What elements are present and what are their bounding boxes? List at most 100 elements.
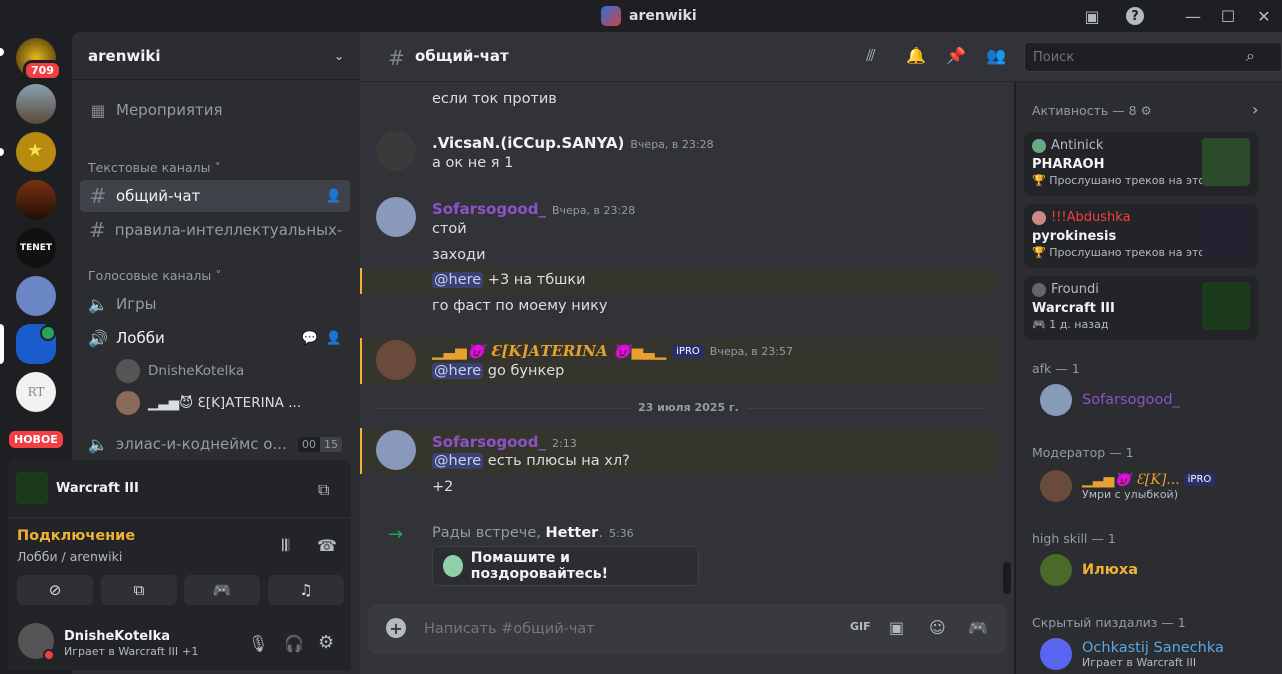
activity-row[interactable]: Warcraft III bbox=[16, 472, 139, 504]
voice-panel: Warcraft III ⧉ Подключение Лобби / arenw… bbox=[8, 460, 351, 670]
channel-general[interactable]: # общий-чат 👤 bbox=[80, 180, 350, 212]
voice-channels-category[interactable]: Голосовые каналы ˅ bbox=[88, 268, 221, 283]
wave-sticker-icon bbox=[443, 555, 463, 577]
search-input[interactable] bbox=[1024, 42, 1282, 72]
settings-gear-icon[interactable]: ⚙ bbox=[318, 632, 334, 653]
role-header: Скрытый пиздализ — 1 bbox=[1032, 615, 1186, 630]
member-row[interactable]: Илюха bbox=[1040, 554, 1138, 586]
channel-rules[interactable]: # правила-интеллектуальных-... bbox=[80, 214, 350, 246]
add-member-icon[interactable]: 👤 bbox=[326, 189, 342, 204]
activity-card[interactable]: Froundi Warcraft III 🎮 1 д. назад bbox=[1024, 276, 1258, 340]
screen-share-button[interactable]: ⧉ bbox=[101, 575, 177, 605]
server-icon[interactable]: TENET bbox=[16, 228, 56, 268]
server-icon[interactable]: RT bbox=[16, 372, 56, 412]
minimize-icon[interactable]: — bbox=[1183, 6, 1203, 26]
avatar[interactable] bbox=[376, 340, 416, 380]
system-message: Рады встрече, Hetter. 5:36 bbox=[432, 525, 634, 541]
connection-location[interactable]: Лобби / arenwiki bbox=[17, 549, 122, 564]
member-row[interactable]: Sofarsogood_ bbox=[1040, 384, 1180, 416]
noise-suppression-icon[interactable]: 𝄃𝄃 bbox=[282, 536, 289, 556]
soundboard-icon: ♫ bbox=[299, 581, 313, 599]
activity-card[interactable]: !!!Abdushka pyrokinesis 🏆 Прослушано тре… bbox=[1024, 204, 1258, 268]
help-icon[interactable]: ? bbox=[1125, 6, 1145, 26]
user-limit-badge: 00 15 bbox=[298, 436, 342, 452]
gamepad-icon[interactable]: 🎮 bbox=[968, 618, 988, 637]
server-icon[interactable] bbox=[16, 276, 56, 316]
voice-channel-games[interactable]: 🔈 Игры bbox=[80, 288, 350, 320]
unread-pill bbox=[0, 148, 4, 156]
connection-status: Подключение bbox=[17, 528, 136, 544]
chat-area: # общий-чат ⫻ 🔔 📌 👥 ⌕ если ток против .V… bbox=[360, 32, 1282, 674]
members-icon[interactable]: 👥 bbox=[986, 46, 1006, 65]
inbox-icon[interactable]: ▣ bbox=[1082, 6, 1102, 26]
microphone-icon[interactable]: 🎙 bbox=[248, 634, 268, 653]
member-row[interactable]: ▁▃▅😈 Ɛ[K]... iPRO Умри с улыбкой) bbox=[1040, 470, 1216, 502]
wave-button[interactable]: Помашите и поздоровайтесь! bbox=[432, 546, 699, 586]
user-status: Играет в Warcraft III +1 bbox=[64, 645, 199, 658]
join-arrow-icon: → bbox=[388, 524, 404, 545]
voice-active-icon bbox=[40, 325, 56, 341]
camera-button[interactable]: ⊘ bbox=[17, 575, 93, 605]
dnd-status-icon bbox=[43, 649, 55, 661]
message-text: @here go бункер bbox=[432, 363, 565, 379]
activities-button[interactable]: 🎮 bbox=[184, 575, 260, 605]
bell-icon[interactable]: 🔔 bbox=[906, 46, 926, 65]
avatar bbox=[116, 391, 140, 415]
message-text: @here +3 на тбшки bbox=[432, 272, 586, 288]
activity-card[interactable]: Antinick PHARAOH 🏆 Прослушано треков на … bbox=[1024, 132, 1258, 196]
server-icon[interactable]: ★ bbox=[16, 132, 56, 172]
emoji-icon[interactable]: ☺ bbox=[929, 618, 946, 637]
avatar[interactable] bbox=[376, 197, 416, 237]
search-icon: ⌕ bbox=[1246, 46, 1255, 65]
scrollbar-thumb[interactable] bbox=[1003, 562, 1011, 594]
guild-tag: iPRO bbox=[1183, 473, 1216, 486]
chevron-down-icon: ˅ bbox=[214, 160, 221, 175]
maximize-icon[interactable]: ☐ bbox=[1218, 6, 1238, 26]
sticker-icon[interactable]: ▣ bbox=[889, 618, 904, 637]
guild-tag: iPRO bbox=[672, 344, 704, 358]
avatar bbox=[1032, 282, 1046, 297]
trophy-icon: 🏆 bbox=[1032, 174, 1046, 187]
voice-channel-lobby[interactable]: 🔊 Лобби 💬 👤 bbox=[80, 322, 350, 354]
add-member-icon[interactable]: 👤 bbox=[326, 331, 342, 346]
chat-icon[interactable]: 💬 bbox=[302, 331, 318, 346]
message-header: .VicsaN.(iCCup.SANYA) Вчера, в 23:28 bbox=[432, 134, 714, 152]
headphones-icon[interactable]: 🎧 bbox=[284, 634, 304, 653]
threads-icon[interactable]: ⫻ bbox=[866, 46, 876, 66]
gamepad-icon: 🎮 bbox=[212, 581, 232, 599]
member-row[interactable]: Ochkastij Sanechka Играет в Warcraft III bbox=[1040, 638, 1224, 670]
message-text: го фаст по моему нику bbox=[432, 298, 608, 314]
gear-icon[interactable]: ⚙ bbox=[1141, 103, 1152, 118]
date-label: 23 июля 2025 г. bbox=[630, 401, 747, 414]
chevron-right-icon[interactable]: › bbox=[1252, 100, 1258, 119]
avatar[interactable] bbox=[376, 430, 416, 470]
message-composer: + GIF ▣ ☺ 🎮 bbox=[368, 604, 1006, 654]
chevron-down-icon[interactable]: ⌄ bbox=[334, 49, 344, 63]
mention-tag[interactable]: @here bbox=[432, 453, 484, 469]
server-icon[interactable] bbox=[16, 180, 56, 220]
window-title: arenwiki bbox=[601, 6, 697, 26]
voice-channel-codenames[interactable]: 🔈 элиас-и-коднеймс о... 00 15 bbox=[80, 428, 350, 460]
close-icon[interactable]: ✕ bbox=[1254, 6, 1274, 26]
server-header[interactable]: arenwiki ⌄ bbox=[72, 32, 360, 80]
mention-tag[interactable]: @here bbox=[432, 272, 484, 288]
avatar[interactable] bbox=[376, 131, 416, 171]
screen-share-icon[interactable]: ⧉ bbox=[318, 480, 329, 500]
game-art bbox=[1202, 282, 1250, 330]
message-input[interactable] bbox=[424, 614, 824, 644]
voice-user[interactable]: DnisheKotelka bbox=[116, 359, 244, 383]
title-bar: arenwiki ▣ ? — ☐ ✕ bbox=[0, 0, 1282, 32]
voice-user[interactable]: ▁▃▅😈 Ɛ[K]ΑΤΕRΙΝΑ ... bbox=[116, 391, 301, 415]
role-header: afk — 1 bbox=[1032, 361, 1080, 376]
pin-icon[interactable]: 📌 bbox=[946, 46, 966, 65]
speaker-icon: 🔊 bbox=[88, 328, 108, 348]
text-channels-category[interactable]: Текстовые каналы ˅ bbox=[88, 160, 221, 175]
soundboard-button[interactable]: ♫ bbox=[268, 575, 344, 605]
plus-icon[interactable]: + bbox=[386, 618, 406, 638]
mention-tag[interactable]: @here bbox=[432, 363, 484, 379]
user-name[interactable]: DnisheKotelka bbox=[64, 629, 170, 644]
disconnect-icon[interactable]: ☎ bbox=[317, 536, 337, 555]
server-icon[interactable] bbox=[16, 84, 56, 124]
events-item[interactable]: ▦ Мероприятия bbox=[80, 94, 350, 126]
gif-icon[interactable]: GIF bbox=[850, 620, 871, 633]
